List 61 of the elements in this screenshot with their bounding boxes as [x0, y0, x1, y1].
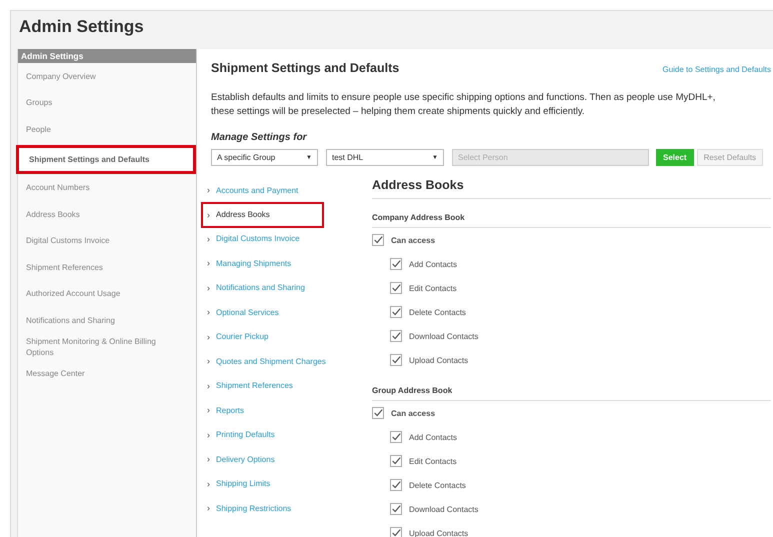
chevron-icon: ›	[207, 405, 210, 416]
checkbox-label: Download Contacts	[409, 332, 478, 340]
checkbox[interactable]	[372, 407, 384, 419]
panel-title: Address Books	[372, 178, 771, 199]
chevron-icon: ›	[207, 430, 210, 440]
settings-nav-item[interactable]: › Shipment References	[203, 374, 353, 398]
chevron-icon: ›	[207, 258, 210, 268]
chevron-icon: ›	[207, 185, 210, 196]
settings-nav-item[interactable]: › Quotes and Shipment Charges	[203, 349, 353, 374]
checkbox[interactable]	[390, 503, 402, 515]
settings-nav-item[interactable]: › Delivery Options	[203, 447, 353, 472]
chevron-icon: ›	[207, 454, 210, 464]
checkbox-label: Delete Contacts	[409, 308, 466, 316]
chevron-icon: ›	[207, 380, 210, 391]
checkbox[interactable]	[390, 354, 402, 366]
checkbox-label: Add Contacts	[409, 260, 458, 268]
checkbox-label: Can access	[391, 408, 436, 418]
checkbox[interactable]	[390, 330, 402, 342]
settings-nav-item[interactable]: › Notifications and Sharing	[203, 276, 353, 300]
sidebar-header: Admin Settings	[18, 49, 196, 63]
description-text: Establish defaults and limits to ensure people use specific shipping options and functions. Then as people use MyDHL+, these settings will be preselected – helping them create shipments quickly and efficiently.	[211, 91, 716, 119]
checkbox-label: Edit Contacts	[409, 456, 457, 466]
settings-nav-item[interactable]: › Digital Customs Invoice	[203, 226, 353, 251]
settings-nav-item[interactable]: › Optional Services	[203, 300, 353, 324]
settings-nav-item[interactable]: › Printing Defaults	[203, 422, 353, 447]
chevron-icon: ›	[207, 332, 210, 342]
checkbox[interactable]	[390, 306, 402, 318]
checkbox[interactable]	[390, 258, 402, 270]
section-heading: Group Address Book	[372, 386, 771, 401]
settings-nav-item[interactable]: › Address Books	[201, 202, 324, 228]
checkbox[interactable]	[372, 234, 384, 246]
checkbox-label: Edit Contacts	[409, 284, 457, 292]
checkbox-label: Add Contacts	[409, 432, 458, 442]
chevron-icon: ›	[207, 234, 210, 244]
settings-nav-item[interactable]: › Reports	[203, 398, 353, 422]
checkbox-label: Can access	[391, 236, 436, 244]
sidebar-item[interactable]: Shipment Settings and Defaults	[16, 144, 196, 174]
section-heading: Company Address Book	[372, 213, 771, 228]
chevron-icon: ›	[207, 478, 210, 489]
checkbox[interactable]	[390, 455, 402, 467]
checkbox-label: Download Contacts	[409, 504, 478, 514]
checkbox-label: Upload Contacts	[409, 356, 468, 364]
checkbox[interactable]	[390, 479, 402, 491]
chevron-icon: ›	[207, 503, 210, 514]
chevron-icon: ›	[207, 307, 210, 318]
checkbox[interactable]	[390, 527, 402, 537]
settings-nav-item[interactable]: › Courier Pickup	[203, 324, 353, 349]
settings-nav-item[interactable]: › Accounts and Payment	[203, 178, 353, 202]
checkbox[interactable]	[390, 431, 402, 443]
settings-nav-item[interactable]: › Managing Shipments	[203, 251, 353, 276]
chevron-icon: ›	[207, 210, 210, 220]
chevron-icon: ›	[207, 282, 210, 293]
checkbox[interactable]	[390, 282, 402, 294]
page-title: Admin Settings	[18, 16, 145, 38]
manage-label: Manage Settings for	[211, 132, 308, 143]
settings-nav-item[interactable]: › Shipping Limits	[203, 472, 353, 496]
section-title: Shipment Settings and Defaults	[211, 61, 400, 75]
chevron-icon: ›	[207, 356, 210, 366]
checkbox-label: Delete Contacts	[409, 480, 466, 490]
settings-nav-item[interactable]: › Shipping Restrictions	[203, 496, 353, 520]
checkbox-label: Upload Contacts	[409, 528, 468, 537]
